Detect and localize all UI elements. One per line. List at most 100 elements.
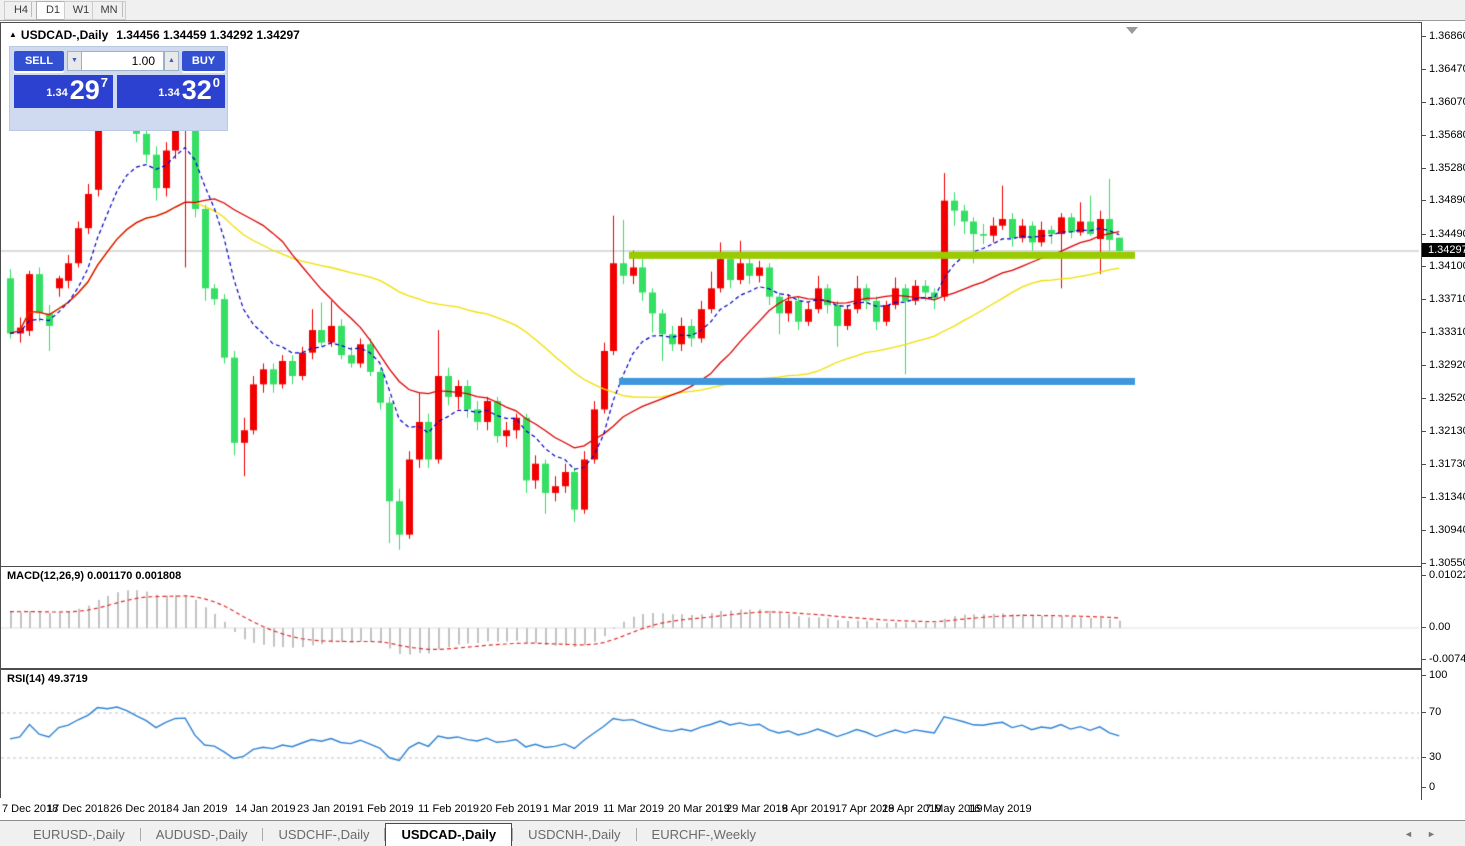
- sell-price-big: 29: [70, 75, 100, 105]
- price-axis-label: 1.31340: [1429, 491, 1465, 503]
- price-axis-label: 1.32130: [1429, 425, 1465, 437]
- price-axis-tick: [1422, 69, 1426, 70]
- price-axis[interactable]: 1.368601.364701.360701.356801.352801.348…: [1421, 22, 1465, 798]
- mt4-terminal: H4D1W1MN ▲ USDCAD-,Daily 1.34456 1.34459 1…: [0, 0, 1465, 846]
- chart-window: ▲ USDCAD-,Daily 1.34456 1.34459 1.34292 1.…: [0, 21, 1465, 820]
- macd-axis-tick: [1422, 575, 1426, 576]
- main-chart-pane[interactable]: ▲ USDCAD-,Daily 1.34456 1.34459 1.34292 1.…: [0, 22, 1422, 567]
- sell-button[interactable]: SELL: [14, 51, 64, 71]
- volume-increase-button[interactable]: ▲: [164, 51, 179, 71]
- rsi-label: RSI(14) 49.3719: [7, 673, 88, 685]
- price-axis-label: 1.32520: [1429, 392, 1465, 404]
- date-axis-label: 20 Mar 2019: [668, 803, 730, 815]
- chart-tabs: EURUSD-,DailyAUDUSD-,DailyUSDCHF-,DailyU…: [18, 821, 771, 846]
- date-axis-label: 1 Feb 2019: [358, 803, 414, 815]
- macd-axis-label: 0.010229: [1429, 569, 1465, 581]
- date-axis-label: 26 Dec 2018: [110, 803, 172, 815]
- macd-axis-label: 0.00: [1429, 621, 1450, 633]
- date-axis-label: 23 Jan 2019: [297, 803, 358, 815]
- date-axis-label: 17 Dec 2018: [47, 803, 109, 815]
- chart-tab-usdcad[interactable]: USDCAD-,Daily: [385, 823, 512, 846]
- rsi-axis-label: 0: [1429, 781, 1435, 793]
- toolbar-separator: [31, 2, 32, 17]
- toolbar-separator: [122, 2, 123, 17]
- buy-price-big: 32: [182, 75, 212, 105]
- price-axis-label: 1.34100: [1429, 260, 1465, 272]
- buy-button[interactable]: BUY: [182, 51, 225, 71]
- tab-scroll-left-icon[interactable]: ◄: [1404, 829, 1413, 839]
- macd-axis-tick: [1422, 659, 1426, 660]
- rsi-axis-label: 100: [1429, 669, 1447, 681]
- date-axis-label: 8 Apr 2019: [782, 803, 835, 815]
- price-axis-label: 1.31730: [1429, 458, 1465, 470]
- price-axis-tick: [1422, 332, 1426, 333]
- price-axis-label: 1.34890: [1429, 194, 1465, 206]
- price-axis-label: 1.32920: [1429, 359, 1465, 371]
- time-axis[interactable]: 7 Dec 201817 Dec 201826 Dec 20184 Jan 20…: [0, 798, 1421, 820]
- macd-axis-label: -0.007477: [1429, 653, 1465, 665]
- rsi-axis-label: 70: [1429, 706, 1441, 718]
- price-axis-label: 1.35280: [1429, 162, 1465, 174]
- price-axis-tick: [1422, 299, 1426, 300]
- price-axis-label: 1.36470: [1429, 63, 1465, 75]
- buy-price-prefix: 1.34: [158, 87, 179, 99]
- date-axis-label: 29 Mar 2019: [726, 803, 788, 815]
- rsi-axis-tick: [1422, 675, 1426, 676]
- price-axis-label: 1.30940: [1429, 524, 1465, 536]
- price-axis-label: 1.30550: [1429, 557, 1465, 569]
- price-axis-tick: [1422, 431, 1426, 432]
- volume-decrease-button[interactable]: ▼: [67, 51, 82, 71]
- chart-shift-marker-icon[interactable]: [1126, 27, 1138, 34]
- price-axis-tick: [1422, 36, 1426, 37]
- macd-canvas[interactable]: [1, 567, 1419, 666]
- spin-down-icon: ▼: [71, 57, 78, 64]
- price-axis-label: 1.35680: [1429, 129, 1465, 141]
- price-axis-tick: [1422, 365, 1426, 366]
- rsi-indicator-pane[interactable]: RSI(14) 49.3719: [0, 669, 1422, 800]
- sell-price-tile[interactable]: 1.34297: [14, 75, 113, 108]
- chart-symbol-label: USDCAD-,Daily: [21, 28, 108, 42]
- date-axis-label: 11 Feb 2019: [418, 803, 479, 815]
- chart-tab-audusd[interactable]: AUDUSD-,Daily: [141, 824, 263, 846]
- rsi-axis-tick: [1422, 787, 1426, 788]
- date-axis-label: 20 Feb 2019: [480, 803, 542, 815]
- price-axis-label: 1.33310: [1429, 326, 1465, 338]
- volume-input[interactable]: [81, 51, 164, 71]
- timeframe-button-h4[interactable]: H4: [4, 1, 38, 20]
- date-axis-label: 4 Jan 2019: [173, 803, 227, 815]
- date-axis-label: 11 Mar 2019: [603, 803, 664, 815]
- chart-ohlc-values: 1.34456 1.34459 1.34292 1.34297: [116, 28, 300, 42]
- macd-axis-tick: [1422, 627, 1426, 628]
- chart-tab-eurusd[interactable]: EURUSD-,Daily: [18, 824, 140, 846]
- chart-tab-eurchf[interactable]: EURCHF-,Weekly: [637, 824, 772, 846]
- chart-tab-usdchf[interactable]: USDCHF-,Daily: [263, 824, 384, 846]
- spin-up-icon: ▲: [168, 57, 175, 64]
- price-axis-tick: [1422, 497, 1426, 498]
- buy-price-tile[interactable]: 1.34320: [117, 75, 225, 108]
- sell-price-sup: 7: [101, 75, 108, 90]
- macd-indicator-pane[interactable]: MACD(12,26,9) 0.001170 0.001808: [0, 566, 1422, 669]
- buy-price-sup: 0: [213, 75, 220, 90]
- chart-tab-bar: EURUSD-,DailyAUDUSD-,DailyUSDCHF-,DailyU…: [0, 820, 1465, 846]
- price-axis-tick: [1422, 266, 1426, 267]
- timeframe-toolbar: H4D1W1MN: [0, 0, 1465, 21]
- price-axis-label: 1.33710: [1429, 293, 1465, 305]
- symbol-marker-icon: ▲: [9, 30, 17, 39]
- price-axis-tick: [1422, 398, 1426, 399]
- chart-title: ▲ USDCAD-,Daily 1.34456 1.34459 1.34292 1.…: [9, 28, 300, 42]
- rsi-axis-label: 30: [1429, 751, 1441, 763]
- macd-label: MACD(12,26,9) 0.001170 0.001808: [7, 570, 181, 582]
- one-click-trade-panel: SELL ▼ ▲ BUY 1.34297 1.34320: [9, 46, 228, 131]
- rsi-axis-tick: [1422, 757, 1426, 758]
- chart-tab-usdcnh[interactable]: USDCNH-,Daily: [513, 824, 635, 846]
- date-axis-label: 16 May 2019: [968, 803, 1032, 815]
- tab-scroll-right-icon[interactable]: ►: [1427, 829, 1436, 839]
- timeframe-button-mn[interactable]: MN: [92, 1, 126, 20]
- date-axis-label: 14 Jan 2019: [235, 803, 296, 815]
- rsi-axis-tick: [1422, 712, 1426, 713]
- current-price-badge: 1.34297: [1422, 243, 1465, 257]
- price-axis-tick: [1422, 200, 1426, 201]
- sell-price-prefix: 1.34: [46, 87, 67, 99]
- rsi-canvas[interactable]: [1, 670, 1419, 797]
- price-axis-tick: [1422, 563, 1426, 564]
